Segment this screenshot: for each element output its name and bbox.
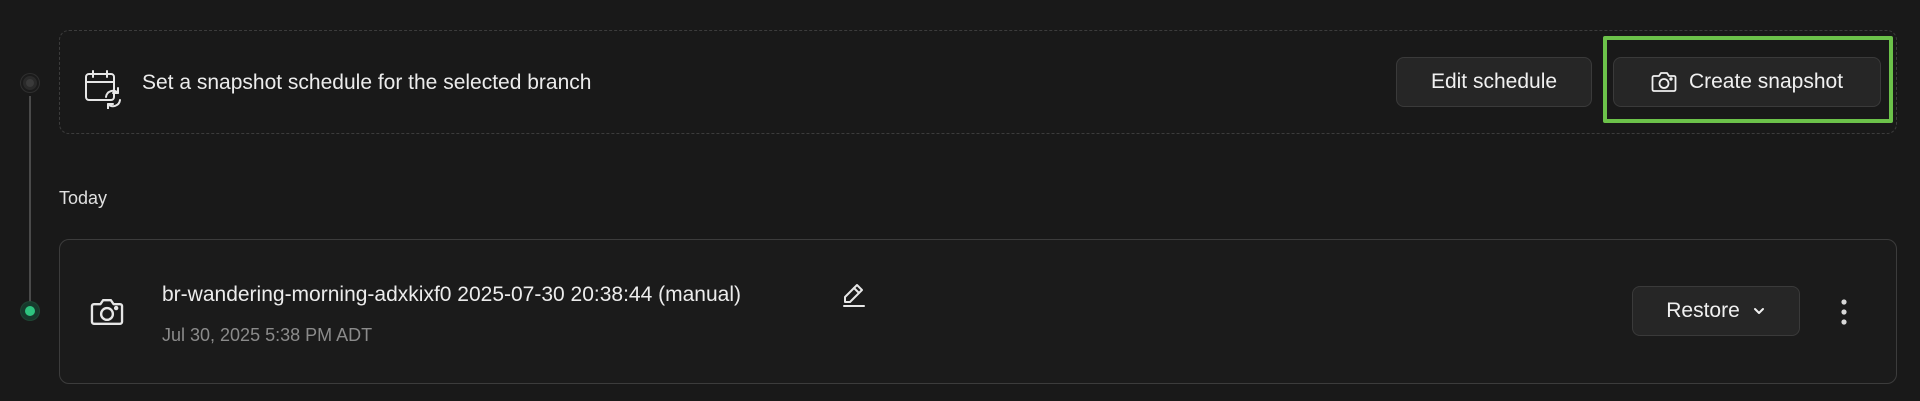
camera-icon <box>90 295 124 329</box>
camera-icon <box>1651 70 1677 94</box>
chevron-down-icon <box>1752 306 1766 316</box>
snapshot-timestamp: Jul 30, 2025 5:38 PM ADT <box>162 325 373 345</box>
snapshot-row <box>59 239 1897 384</box>
section-today-label: Today <box>59 188 108 208</box>
timeline-line <box>29 96 31 308</box>
edit-schedule-button[interactable]: Edit schedule <box>1396 57 1592 107</box>
edit-schedule-label: Edit schedule <box>1430 70 1558 93</box>
snapshots-page: Set a snapshot schedule for the selected… <box>0 0 1920 401</box>
timeline-dot-active <box>21 302 39 320</box>
snapshot-title: br-wandering-morning-adxkixf0 2025-07-30… <box>162 283 741 306</box>
calendar-refresh-icon <box>84 69 124 110</box>
restore-label: Restore <box>1666 299 1740 322</box>
more-vertical-icon[interactable] <box>1830 296 1858 328</box>
schedule-description: Set a snapshot schedule for the selected… <box>142 71 592 94</box>
timeline-dot-schedule <box>21 74 39 92</box>
create-snapshot-button[interactable]: Create snapshot <box>1613 57 1881 107</box>
restore-button[interactable]: Restore <box>1632 286 1800 336</box>
create-snapshot-label: Create snapshot <box>1688 70 1844 93</box>
pencil-icon[interactable] <box>840 280 868 308</box>
